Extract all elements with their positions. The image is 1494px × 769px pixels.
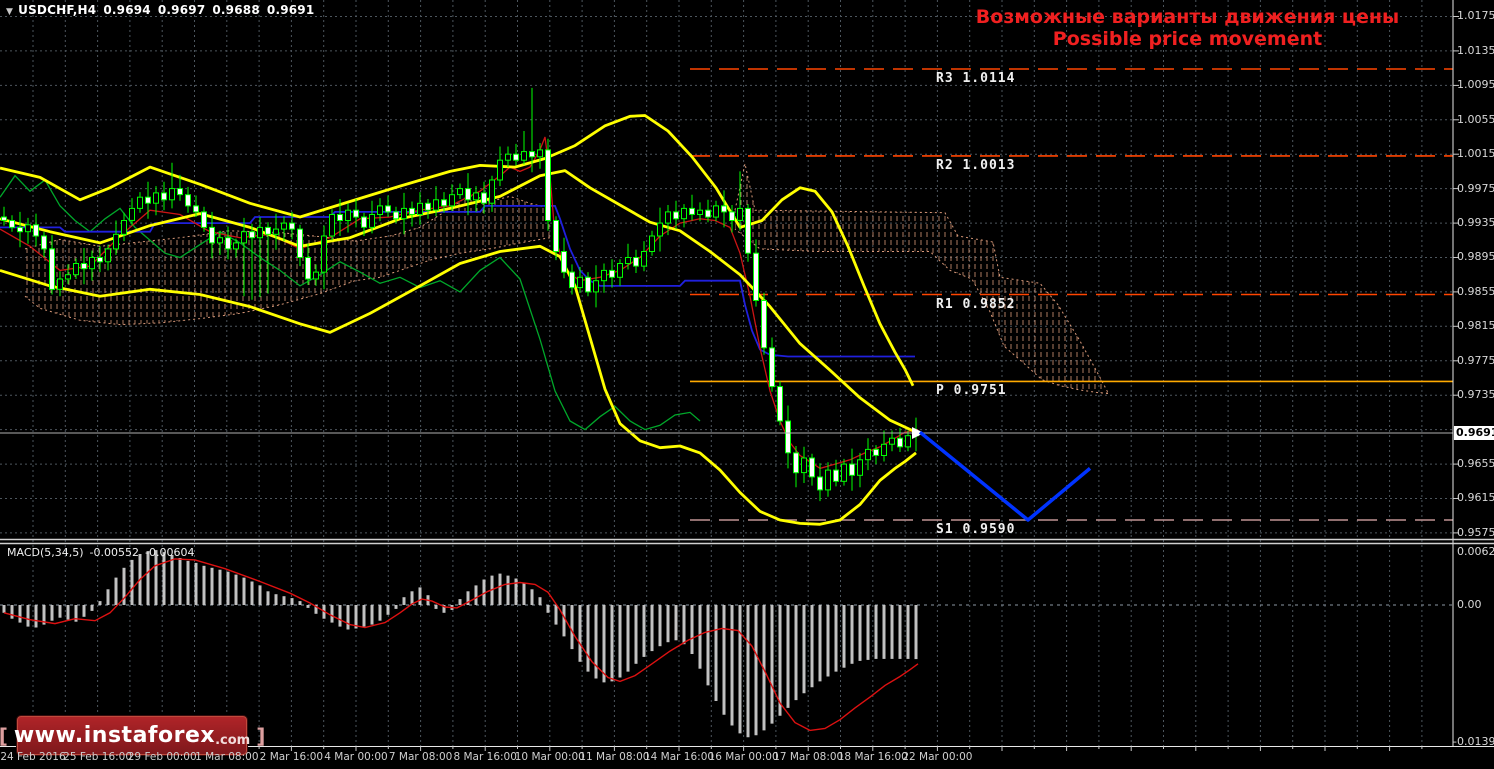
time-axis-label: 25 Feb 16:00 [63, 751, 133, 763]
price-pane[interactable] [0, 68, 1453, 526]
time-axis-label: 29 Feb 00:00 [127, 751, 197, 763]
logo-bracket-right: ] [256, 723, 266, 748]
time-axis-label: 4 Mar 00:00 [324, 751, 388, 763]
current-price-value: 0.9691 [1456, 426, 1494, 439]
ohlc-low: 0.9688 [212, 3, 260, 17]
annotation-line-en: Possible price movement [1052, 28, 1323, 50]
macd-name: MACD(5,34,5) [7, 546, 84, 559]
annotation-line-ru: Возможные варианты движения цены [975, 6, 1400, 28]
ohlc-open: 0.9694 [103, 3, 151, 17]
pivot-level-label-p: P 0.9751 [936, 383, 1007, 399]
macd-indicator-label: MACD(5,34,5) -0.00552 -0.00604 [7, 546, 200, 559]
macd-axis-label-bottom: -0.01395 [1453, 735, 1494, 748]
ohlc-high: 0.9697 [157, 3, 206, 17]
macd-value-2: -0.00604 [145, 546, 195, 559]
symbol-timeframe-label: USDCHF,H4 [18, 3, 97, 17]
price-axis-label: 0.9815 [1457, 319, 1494, 333]
price-axis-label: 0.9895 [1457, 250, 1494, 264]
time-axis-label: 11 Mar 08:00 [579, 751, 650, 763]
pivot-level-label-r3: R3 1.0114 [936, 71, 1016, 86]
price-axis-label: 0.9575 [1457, 525, 1494, 539]
logo-bracket-left: [ [0, 724, 8, 748]
chart-title: ▼ USDCHF,H4 0.9694 0.9697 0.9688 0.9691 [6, 3, 314, 17]
time-axis-label: 18 Mar 16:00 [837, 751, 908, 763]
time-axis-label: 16 Mar 00:00 [708, 751, 779, 763]
projected-price-path[interactable] [918, 430, 1092, 522]
price-axis-label: 0.9775 [1457, 353, 1494, 367]
price-axis-label: 0.9855 [1457, 284, 1494, 298]
price-axis-label: 0.9935 [1457, 216, 1494, 230]
mt4-chart-window[interactable]: ▼ USDCHF,H4 0.9694 0.9697 0.9688 0.9691 Возмо… [0, 0, 1494, 769]
price-axis-label: 1.0095 [1457, 78, 1494, 92]
macd-pane[interactable] [2, 550, 919, 738]
time-axis-label: 14 Mar 16:00 [643, 751, 715, 763]
macd-value-1: -0.00552 [89, 546, 140, 559]
price-axis-label: 0.9655 [1457, 457, 1494, 471]
logo-suffix: .com [215, 733, 251, 748]
time-axis-label: 10 Mar 00:00 [514, 751, 585, 763]
pivot-level-label-r1: R1 0.9852 [936, 296, 1016, 312]
instaforex-logo[interactable]: [ www.instaforex .com ] [0, 716, 265, 755]
current-price-box: 0.9691 [1454, 426, 1494, 440]
price-axis-label: 1.0055 [1457, 112, 1494, 126]
time-axis-label: 22 Mar 00:00 [902, 751, 973, 763]
ohlc-close: 0.9691 [266, 3, 315, 17]
time-axis-label: 2 Mar 16:00 [259, 751, 324, 763]
logo-text: www.instaforex [13, 723, 216, 748]
macd-axis-label-zero: 0.00 [1457, 598, 1482, 611]
price-axis-label: 0.9735 [1457, 388, 1494, 402]
price-axis-label: 1.0015 [1457, 147, 1494, 161]
chart-canvas[interactable] [0, 0, 1494, 769]
price-axis-label: 0.9615 [1457, 491, 1494, 505]
time-axis-label: 7 Mar 08:00 [388, 751, 453, 763]
price-axis-label: 0.9975 [1457, 181, 1494, 195]
grid [0, 0, 1453, 746]
macd-axis-label-top: 0.00623 [1457, 545, 1494, 558]
time-axis-label: 17 Mar 08:00 [773, 751, 844, 763]
time-axis-label: 24 Feb 2016 [0, 751, 66, 763]
symbol-dropdown-icon[interactable]: ▼ [6, 7, 13, 17]
time-axis-label: 1 Mar 08:00 [195, 751, 259, 763]
annotation-text: Возможные варианты движения цены Possibl… [960, 6, 1415, 50]
pivot-level-label-s1: S1 0.9590 [936, 522, 1016, 537]
pivot-level-label-r2: R2 1.0013 [936, 157, 1016, 173]
price-axis-label: 1.0135 [1457, 43, 1494, 57]
time-axis-label: 8 Mar 16:00 [453, 751, 517, 763]
price-axis-label: 1.0175 [1457, 9, 1494, 23]
